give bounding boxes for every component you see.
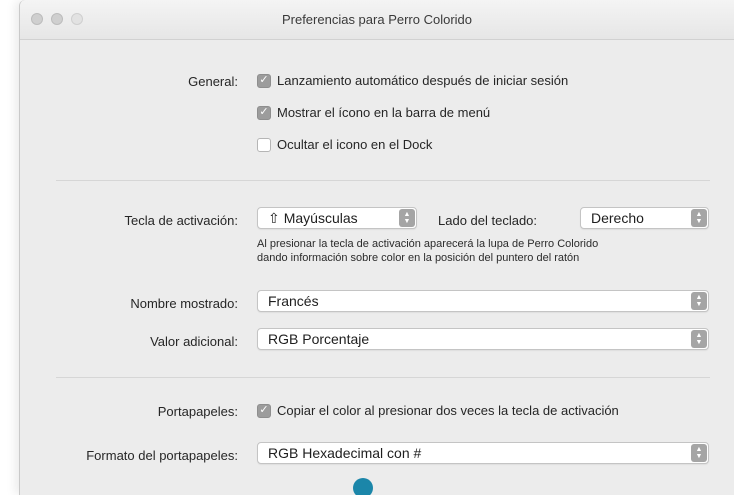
extra-value-label: Valor adicional:	[150, 334, 238, 349]
activation-help-line1: Al presionar la tecla de activación apar…	[257, 238, 599, 250]
activation-key-value: Mayúsculas	[283, 210, 358, 226]
keyboard-side-label: Lado del teclado:	[438, 213, 538, 228]
checkmark-icon: ✓	[257, 73, 271, 88]
checkmark-icon: ✓	[257, 105, 271, 120]
display-name-popup[interactable]: Francés ▲ ▼	[257, 290, 709, 312]
hide-dock-label: Ocultar el icono en el Dock	[277, 137, 433, 152]
checkmark-icon: ✓	[257, 403, 271, 418]
menubar-icon-checkbox[interactable]: ✓ Mostrar el ícono en la barra de menú	[257, 105, 490, 120]
unchecked-box	[257, 137, 271, 152]
autolaunch-label: Lanzamiento automático después de inicia…	[277, 73, 569, 88]
preferences-window: Preferencias para Perro Colorido General…	[19, 0, 734, 495]
clipboard-format-value: RGB Hexadecimal con #	[268, 445, 422, 461]
updown-chevron-icon: ▲ ▼	[691, 209, 707, 227]
cursor-indicator-dot	[353, 478, 373, 495]
display-name-label: Nombre mostrado:	[130, 296, 238, 311]
autolaunch-checkbox[interactable]: ✓ Lanzamiento automático después de inic…	[257, 73, 568, 88]
separator	[56, 180, 710, 181]
window-title: Preferencias para Perro Colorido	[281, 12, 473, 27]
clipboard-format-label: Formato del portapapeles:	[86, 448, 238, 463]
shift-icon: ⇧	[268, 209, 280, 226]
activation-key-label: Tecla de activación:	[124, 213, 238, 228]
general-label: General:	[188, 74, 238, 89]
activation-key-popup[interactable]: ⇧ Mayúsculas ▲ ▼	[257, 207, 417, 229]
display-name-value: Francés	[268, 293, 319, 309]
copy-on-double-press-label: Copiar el color al presionar dos veces l…	[277, 403, 619, 418]
updown-chevron-icon: ▲ ▼	[691, 444, 707, 462]
extra-value-value: RGB Porcentaje	[268, 331, 370, 347]
menubar-icon-label: Mostrar el ícono en la barra de menú	[277, 105, 491, 120]
updown-chevron-icon: ▲ ▼	[399, 209, 415, 227]
activation-help-line2: dando información sobre color en la posi…	[257, 252, 580, 264]
clipboard-label: Portapapeles:	[157, 404, 238, 419]
copy-on-double-press-checkbox[interactable]: ✓ Copiar el color al presionar dos veces…	[257, 403, 619, 418]
keyboard-side-popup[interactable]: Derecho ▲ ▼	[580, 207, 709, 229]
title-bar: Preferencias para Perro Colorido	[20, 0, 734, 40]
updown-chevron-icon: ▲ ▼	[691, 330, 707, 348]
extra-value-popup[interactable]: RGB Porcentaje ▲ ▼	[257, 328, 709, 350]
clipboard-format-popup[interactable]: RGB Hexadecimal con # ▲ ▼	[257, 442, 709, 464]
hide-dock-checkbox[interactable]: Ocultar el icono en el Dock	[257, 137, 432, 152]
keyboard-side-value: Derecho	[591, 210, 644, 226]
updown-chevron-icon: ▲ ▼	[691, 292, 707, 310]
separator	[56, 377, 710, 378]
